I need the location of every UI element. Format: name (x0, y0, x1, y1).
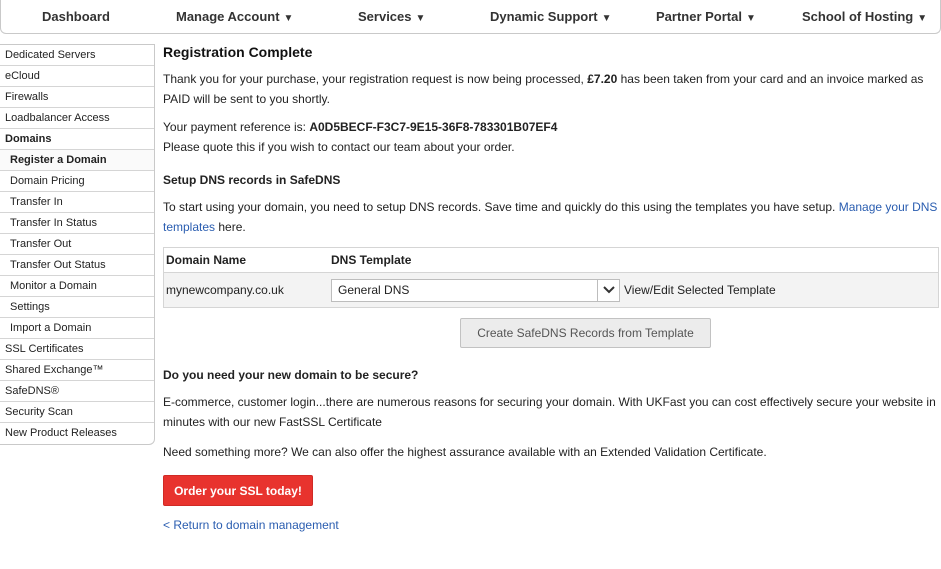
sidebar-item-transfer-out-status[interactable]: Transfer Out Status (0, 255, 154, 276)
column-header-domain-name: Domain Name (166, 253, 247, 267)
nav-manage-account-label: Manage Account (176, 9, 280, 24)
return-to-domain-management-link[interactable]: < Return to domain management (163, 518, 938, 533)
quote-reference-text: Please quote this if you wish to contact… (163, 140, 515, 154)
nav-services-label: Services (358, 9, 412, 24)
order-ssl-button[interactable]: Order your SSL today! (163, 475, 313, 506)
page-title: Registration Complete (163, 44, 313, 60)
caret-down-icon: ▼ (917, 13, 928, 24)
sidebar-item-ssl-certificates[interactable]: SSL Certificates (0, 339, 154, 360)
nav-manage-account[interactable]: Manage Account ▼ (176, 9, 293, 24)
secure-section-heading: Do you need your new domain to be secure… (163, 368, 419, 382)
sidebar-item-transfer-in[interactable]: Transfer In (0, 192, 154, 213)
purchase-message: Thank you for your purchase, your regist… (163, 69, 938, 109)
sidebar-item-ecloud[interactable]: eCloud (0, 66, 154, 87)
purchase-text-start: Thank you for your purchase, your regist… (163, 72, 588, 86)
caret-down-icon: ▼ (283, 13, 294, 24)
create-safedns-records-button[interactable]: Create SafeDNS Records from Template (460, 318, 711, 348)
ev-certificate-text: Need something more? We can also offer t… (163, 445, 767, 459)
domain-name-cell: mynewcompany.co.uk (166, 283, 284, 297)
sidebar-item-firewalls[interactable]: Firewalls (0, 87, 154, 108)
sidebar-item-loadbalancer-access[interactable]: Loadbalancer Access (0, 108, 154, 129)
dns-intro: To start using your domain, you need to … (163, 197, 938, 237)
dns-table-header: Domain Name DNS Template (164, 248, 938, 273)
sidebar-item-domain-pricing[interactable]: Domain Pricing (0, 171, 154, 192)
sidebar-item-transfer-out[interactable]: Transfer Out (0, 234, 154, 255)
sidebar-item-domains[interactable]: Domains (0, 129, 154, 150)
sidebar-item-settings[interactable]: Settings (0, 297, 154, 318)
sidebar-item-register-a-domain[interactable]: Register a Domain (0, 150, 154, 171)
nav-dashboard-label: Dashboard (42, 9, 110, 24)
dns-intro-suffix: here. (215, 220, 246, 234)
sidebar-item-transfer-in-status[interactable]: Transfer In Status (0, 213, 154, 234)
sidebar-item-import-a-domain[interactable]: Import a Domain (0, 318, 154, 339)
secure-description: E-commerce, customer login...there are n… (163, 395, 936, 429)
dns-template-cell: General DNS View/Edit Selected Template (331, 278, 938, 302)
sidebar-item-shared-exchange[interactable]: Shared Exchange™ (0, 360, 154, 381)
sidebar-item-new-product-releases[interactable]: New Product Releases (0, 423, 154, 444)
dns-template-table: Domain Name DNS Template mynewcompany.co… (163, 247, 939, 308)
dns-section-heading: Setup DNS records in SafeDNS (163, 173, 341, 187)
view-edit-template-link[interactable]: View/Edit Selected Template (624, 283, 776, 297)
payment-reference-block: Your payment reference is: A0D5BECF-F3C7… (163, 117, 938, 157)
nav-dynamic-support[interactable]: Dynamic Support ▼ (490, 9, 612, 24)
nav-school-of-hosting-label: School of Hosting (802, 9, 914, 24)
sidebar-item-security-scan[interactable]: Security Scan (0, 402, 154, 423)
caret-down-icon: ▼ (601, 13, 612, 24)
top-nav: Dashboard Manage Account ▼ Services ▼ Dyna… (0, 0, 941, 34)
dns-template-selected-value: General DNS (338, 283, 410, 297)
payment-reference-value: A0D5BECF-F3C7-9E15-36F8-783301B07EF4 (309, 120, 558, 134)
caret-down-icon: ▼ (745, 13, 756, 24)
caret-down-icon: ▼ (415, 13, 426, 24)
column-header-dns-template: DNS Template (331, 253, 412, 267)
dns-template-select[interactable]: General DNS (331, 278, 620, 302)
nav-partner-portal[interactable]: Partner Portal ▼ (656, 9, 756, 24)
sidebar: Dedicated Servers eCloud Firewalls Loadb… (0, 44, 155, 445)
nav-partner-portal-label: Partner Portal (656, 9, 742, 24)
dns-intro-text: To start using your domain, you need to … (163, 200, 839, 214)
table-row: mynewcompany.co.uk General DNS View/Edit… (164, 273, 938, 307)
nav-dynamic-support-label: Dynamic Support (490, 9, 598, 24)
nav-school-of-hosting[interactable]: School of Hosting ▼ (802, 9, 927, 24)
payment-reference-label: Your payment reference is: (163, 120, 310, 134)
nav-dashboard[interactable]: Dashboard (42, 9, 110, 24)
sidebar-item-dedicated-servers[interactable]: Dedicated Servers (0, 45, 154, 66)
nav-services[interactable]: Services ▼ (358, 9, 425, 24)
sidebar-item-monitor-a-domain[interactable]: Monitor a Domain (0, 276, 154, 297)
payment-reference-line: Your payment reference is: A0D5BECF-F3C7… (163, 117, 938, 137)
sidebar-item-safedns[interactable]: SafeDNS® (0, 381, 154, 402)
chevron-down-icon[interactable] (597, 279, 619, 301)
purchase-amount: £7.20 (587, 72, 618, 86)
main-content: Registration Complete Thank you for your… (163, 44, 939, 533)
